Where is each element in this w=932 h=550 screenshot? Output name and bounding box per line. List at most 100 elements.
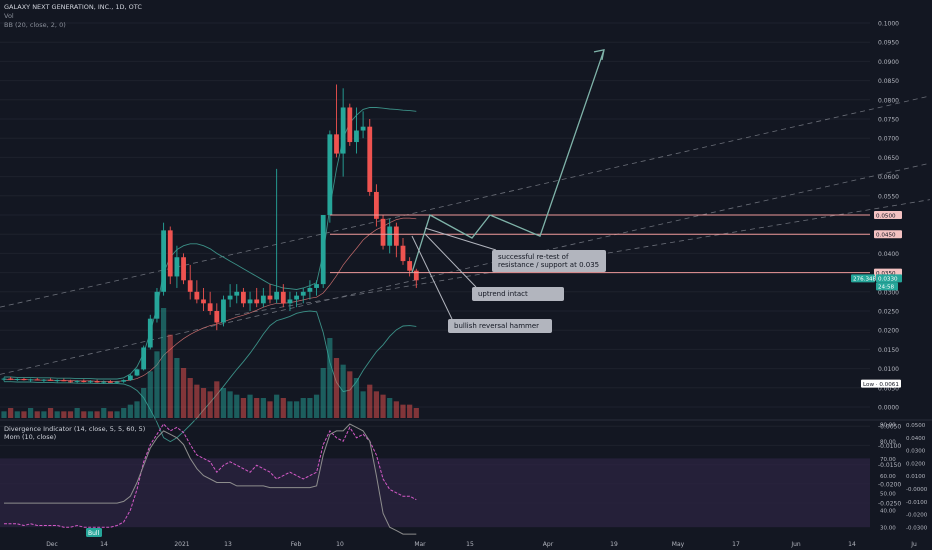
rsi-tick-label: 70.00 — [880, 457, 896, 463]
rsi-tick-label: 90.00 — [880, 423, 896, 429]
rsi-tick-label: 60.00 — [880, 474, 896, 480]
mom-tick-label: 0.0500 — [906, 423, 926, 429]
candle-body — [174, 257, 180, 277]
volume-bar — [333, 358, 340, 418]
candle-body — [247, 299, 253, 304]
candle-body — [121, 380, 127, 382]
level-label-045: 0.0450 — [876, 233, 896, 239]
time-tick-label: Jun — [790, 541, 801, 548]
time-tick-label: 15 — [466, 541, 474, 548]
volume-bar — [34, 411, 40, 418]
volume-bar — [134, 401, 140, 418]
price-tick-label: 0.0950 — [878, 40, 899, 47]
time-tick-label: Apr — [543, 541, 554, 548]
candle-body — [387, 226, 393, 246]
volume-value-label: 276.34B — [853, 277, 877, 283]
price-tick-label: 0.0900 — [878, 59, 899, 66]
candle-body — [1, 378, 7, 380]
candle-body — [21, 378, 27, 381]
volume-bar — [180, 368, 187, 418]
candle-body — [34, 379, 40, 381]
mom-tick-label: 0.0300 — [906, 449, 926, 455]
time-tick-label: Ju — [910, 541, 917, 548]
candle-body — [380, 218, 386, 246]
volume-bar — [393, 401, 399, 418]
candle-body — [81, 380, 87, 383]
mom-tick-label: -0.0000 — [906, 487, 928, 493]
time-tick-label: 19 — [610, 541, 618, 548]
price-tick-label: 0.0600 — [878, 174, 899, 181]
candle-body — [127, 375, 133, 381]
countdown-label: 24:58 — [878, 285, 895, 291]
volume-bar — [307, 398, 313, 418]
time-tick-label: 2021 — [174, 541, 189, 548]
volume-bar — [114, 411, 120, 418]
price-tick-label: 0.0850 — [878, 78, 899, 85]
candle-body — [134, 369, 140, 376]
price-tick-label: 0.0100 — [878, 366, 899, 373]
candle-body — [154, 291, 160, 319]
price-tick-label: -0.0200 — [878, 481, 901, 488]
mom-tick-label: 0.0200 — [906, 461, 926, 467]
candle-body — [214, 311, 220, 323]
volume-bar — [380, 394, 386, 418]
volume-bar — [194, 384, 200, 418]
mom-tick-label: -0.0200 — [906, 513, 928, 519]
price-tick-label: 0.0800 — [878, 97, 899, 104]
candle-body — [294, 295, 299, 300]
candle-body — [94, 381, 100, 383]
candle-body — [393, 226, 399, 246]
candle-body — [167, 230, 173, 277]
volume-bar — [413, 408, 419, 418]
volume-bar — [387, 398, 393, 418]
candle-body — [207, 303, 213, 311]
candle-body — [14, 378, 20, 380]
divergence-label: Divergence Indicator (14, close, 5, 5, 6… — [4, 425, 146, 433]
rsi-tick-label: 30.00 — [880, 526, 896, 532]
candle-body — [88, 381, 93, 383]
candle-body — [48, 379, 53, 381]
rsi-tick-label: 40.00 — [880, 509, 896, 515]
mom-tick-label: -0.0100 — [906, 500, 928, 506]
mom-tick-label: 0.0100 — [906, 474, 926, 480]
price-tick-label: 0.0250 — [878, 309, 899, 316]
price-tick-label: 0.0700 — [878, 136, 899, 143]
volume-bar — [234, 394, 240, 418]
volume-bar — [174, 358, 180, 418]
volume-bar — [300, 398, 306, 418]
volume-bar — [74, 408, 80, 418]
volume-bar — [187, 378, 193, 418]
candle-body — [280, 291, 286, 304]
candle-body — [367, 126, 373, 192]
volume-bar — [200, 388, 207, 418]
volume-bar — [400, 404, 406, 418]
candle-body — [108, 381, 113, 383]
time-tick-label: Mar — [414, 541, 426, 548]
rsi-band — [0, 458, 870, 528]
candle-body — [8, 378, 14, 380]
candle-body — [41, 379, 47, 381]
volume-bar — [220, 388, 227, 418]
volume-bar — [167, 334, 173, 418]
stock-chart: 0.1000 0.0950 0.0900 0.0850 0.0800 0.0750 0.07… — [0, 0, 932, 550]
candle-body — [314, 284, 319, 288]
time-tick-label: 14 — [100, 541, 108, 548]
volume-bar — [353, 378, 360, 418]
candle-body — [320, 215, 326, 285]
volume-bar — [41, 411, 47, 418]
volume-bar — [47, 408, 54, 418]
volume-bar — [274, 394, 280, 418]
volume-bar — [14, 411, 20, 418]
volume-bar — [81, 411, 87, 418]
time-tick-label: 13 — [224, 541, 232, 548]
callout-retest-text: successful re-test of — [498, 253, 569, 261]
candle-body — [347, 107, 353, 143]
volume-bar — [127, 404, 133, 418]
price-tick-label: -0.0250 — [878, 501, 901, 508]
volume-bar — [320, 368, 326, 418]
volume-bar — [407, 404, 413, 418]
volume-label: Vol — [4, 12, 14, 20]
time-tick-label: 10 — [336, 541, 344, 548]
time-tick-label: Dec — [46, 541, 58, 548]
volume-bar — [254, 398, 260, 418]
